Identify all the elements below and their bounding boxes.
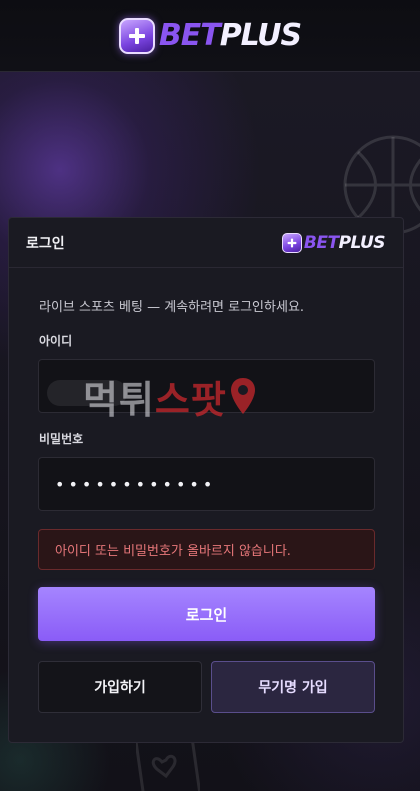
error-message: 아이디 또는 비밀번호가 올바르지 않습니다. [38,529,375,570]
id-label: 아이디 [39,334,73,348]
secondary-buttons: 가입하기 무기명 가입 [38,661,375,713]
password-input[interactable]: •••••••••••• [38,457,375,511]
login-panel: 로그인 BETPLUS 라이브 스포츠 베팅 — 계속하려면 로그인하세요. 아… [8,217,404,743]
brand-logo[interactable]: BETPLUS [118,17,302,54]
signup-button[interactable]: 가입하기 [38,661,202,713]
panel-title: 로그인 [26,235,65,252]
plus-logo-icon [281,232,302,253]
panel-header: 로그인 BETPLUS [9,218,403,268]
password-label: 비밀번호 [39,432,84,446]
panel-brand-name: BETPLUS [303,232,386,253]
panel-logo: BETPLUS [281,232,386,253]
login-button[interactable]: 로그인 [38,587,375,641]
brand-name: BETPLUS [158,18,302,53]
anonymous-signup-button[interactable]: 무기명 가입 [211,661,375,713]
top-header: BETPLUS [0,0,420,72]
id-input[interactable] [38,359,375,413]
plus-logo-icon [118,17,155,54]
intro-text: 라이브 스포츠 베팅 — 계속하려면 로그인하세요. [39,300,305,315]
